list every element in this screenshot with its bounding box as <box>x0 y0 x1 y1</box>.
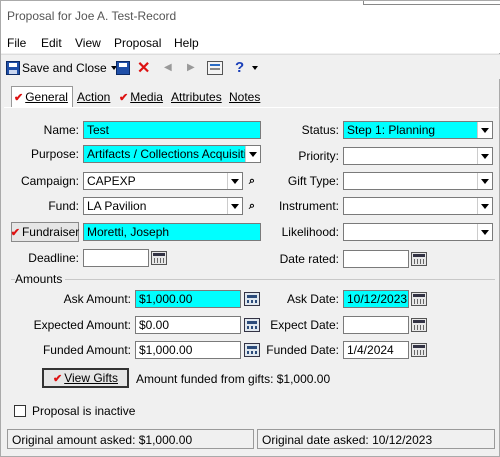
expect-date-field[interactable] <box>343 316 409 334</box>
fund-label: Fund: <box>48 199 79 213</box>
likelihood-select[interactable] <box>343 223 493 241</box>
window-title: Proposal for Joe A. Test-Record <box>7 9 177 23</box>
calendar-icon[interactable] <box>151 251 167 265</box>
check-icon: ✔ <box>52 372 63 385</box>
deadline-field[interactable] <box>83 249 149 267</box>
purpose-label: Purpose: <box>30 147 79 161</box>
help-icon[interactable]: ? <box>235 58 244 77</box>
fundraiser-button-label: Fundraiser <box>21 225 80 239</box>
funded-from-gifts-text: Amount funded from gifts: $1,000.00 <box>136 372 331 386</box>
tab-action[interactable]: Action <box>75 87 117 107</box>
chevron-down-icon[interactable] <box>477 198 492 214</box>
chevron-down-icon[interactable] <box>477 173 492 189</box>
background-window-edge <box>363 1 500 5</box>
funded-date-label: Funded Date: <box>266 343 339 357</box>
gift-type-select[interactable] <box>343 172 493 190</box>
tab-notes[interactable]: Notes <box>227 87 267 107</box>
help-dropdown-icon[interactable] <box>252 58 258 77</box>
campaign-select[interactable]: CAPEXP <box>83 172 243 190</box>
binoculars-icon[interactable]: ⌕ <box>245 175 259 187</box>
purpose-select[interactable]: Artifacts / Collections Acquisition <box>83 145 261 163</box>
fund-select[interactable]: LA Pavilion <box>83 197 243 215</box>
next-icon[interactable]: ▶ <box>187 58 195 77</box>
ask-date-label: Ask Date: <box>286 292 339 306</box>
menu-file[interactable]: File <box>7 36 26 50</box>
toolbar: Save and Close ✕ ◀ ▶ ? <box>1 54 500 79</box>
campaign-label: Campaign: <box>20 174 79 188</box>
calculator-icon[interactable] <box>244 318 260 332</box>
deadline-label: Deadline: <box>28 251 79 265</box>
amounts-group-line <box>11 279 495 280</box>
funded-amount-label: Funded Amount: <box>42 343 131 357</box>
chevron-down-icon[interactable] <box>477 122 492 138</box>
date-rated-label: Date rated: <box>279 252 339 266</box>
ask-amount-field[interactable]: $1,000.00 <box>135 290 241 308</box>
chevron-down-icon[interactable] <box>227 198 242 214</box>
calendar-icon[interactable] <box>411 252 427 266</box>
priority-select[interactable] <box>343 147 493 165</box>
save-and-close-button[interactable]: Save and Close <box>6 58 117 77</box>
calendar-icon[interactable] <box>411 343 427 357</box>
calculator-icon[interactable] <box>244 343 260 357</box>
check-icon: ✔ <box>14 91 24 104</box>
menu-help[interactable]: Help <box>174 36 199 50</box>
name-label: Name: <box>43 123 79 137</box>
calendar-icon[interactable] <box>411 318 427 332</box>
chevron-down-icon[interactable] <box>477 224 492 240</box>
binoculars-icon[interactable]: ⌕ <box>245 200 259 212</box>
view-gifts-label: View Gifts <box>64 371 118 385</box>
funded-amount-field[interactable]: $1,000.00 <box>135 341 241 359</box>
previous-icon[interactable]: ◀ <box>164 58 172 77</box>
tab-general[interactable]: ✔ General <box>11 86 73 107</box>
chevron-down-icon[interactable] <box>477 148 492 164</box>
amounts-group-label: Amounts <box>15 272 66 286</box>
chevron-down-icon[interactable] <box>227 173 242 189</box>
proposal-window: Proposal for Joe A. Test-Record File Edi… <box>0 0 500 457</box>
purpose-value: Artifacts / Collections Acquisition <box>87 147 260 161</box>
inactive-checkbox[interactable] <box>14 405 26 417</box>
tab-media[interactable]: ✔ Media <box>117 87 169 107</box>
campaign-value: CAPEXP <box>87 174 136 188</box>
name-field[interactable]: Test <box>83 121 261 139</box>
expected-amount-field[interactable]: $0.00 <box>135 316 241 334</box>
priority-label: Priority: <box>298 149 339 163</box>
menu-edit[interactable]: Edit <box>41 36 62 50</box>
inactive-label: Proposal is inactive <box>32 404 136 418</box>
menu-bar: File Edit View Proposal Help <box>1 31 500 53</box>
save-close-icon <box>6 60 20 75</box>
check-icon: ✔ <box>10 226 20 239</box>
likelihood-label: Likelihood: <box>281 225 339 239</box>
fund-value: LA Pavilion <box>87 199 147 213</box>
calendar-icon[interactable] <box>411 292 427 306</box>
gift-type-label: Gift Type: <box>287 174 339 188</box>
fundraiser-field[interactable]: Moretti, Joseph <box>83 223 261 241</box>
menu-proposal[interactable]: Proposal <box>114 36 161 50</box>
expect-date-label: Expect Date: <box>270 318 339 332</box>
menu-view[interactable]: View <box>75 36 101 50</box>
save-and-close-label: Save and Close <box>22 60 107 75</box>
chevron-down-icon[interactable] <box>245 146 260 162</box>
status-original-date: Original date asked: 10/12/2023 <box>257 429 495 449</box>
expected-amount-label: Expected Amount: <box>33 318 131 332</box>
status-original-amount: Original amount asked: $1,000.00 <box>7 429 254 449</box>
instrument-label: Instrument: <box>278 199 339 213</box>
delete-icon[interactable]: ✕ <box>137 58 150 77</box>
status-select[interactable]: Step 1: Planning <box>343 121 493 139</box>
funded-date-field[interactable]: 1/4/2024 <box>343 341 409 359</box>
status-value: Step 1: Planning <box>347 123 436 137</box>
ask-date-field[interactable]: 10/12/2023 <box>343 290 409 308</box>
instrument-select[interactable] <box>343 197 493 215</box>
status-label: Status: <box>301 123 339 137</box>
properties-icon[interactable] <box>207 58 223 77</box>
ask-amount-label: Ask Amount: <box>63 292 131 306</box>
check-icon: ✔ <box>119 91 129 104</box>
save-icon[interactable] <box>116 58 130 77</box>
fundraiser-button[interactable]: ✔ Fundraiser <box>11 222 79 242</box>
title-bar: Proposal for Joe A. Test-Record <box>1 1 500 31</box>
view-gifts-button[interactable]: ✔ View Gifts <box>42 368 129 388</box>
calculator-icon[interactable] <box>244 292 260 306</box>
date-rated-field[interactable] <box>343 250 409 268</box>
tab-attributes[interactable]: Attributes <box>169 87 227 107</box>
